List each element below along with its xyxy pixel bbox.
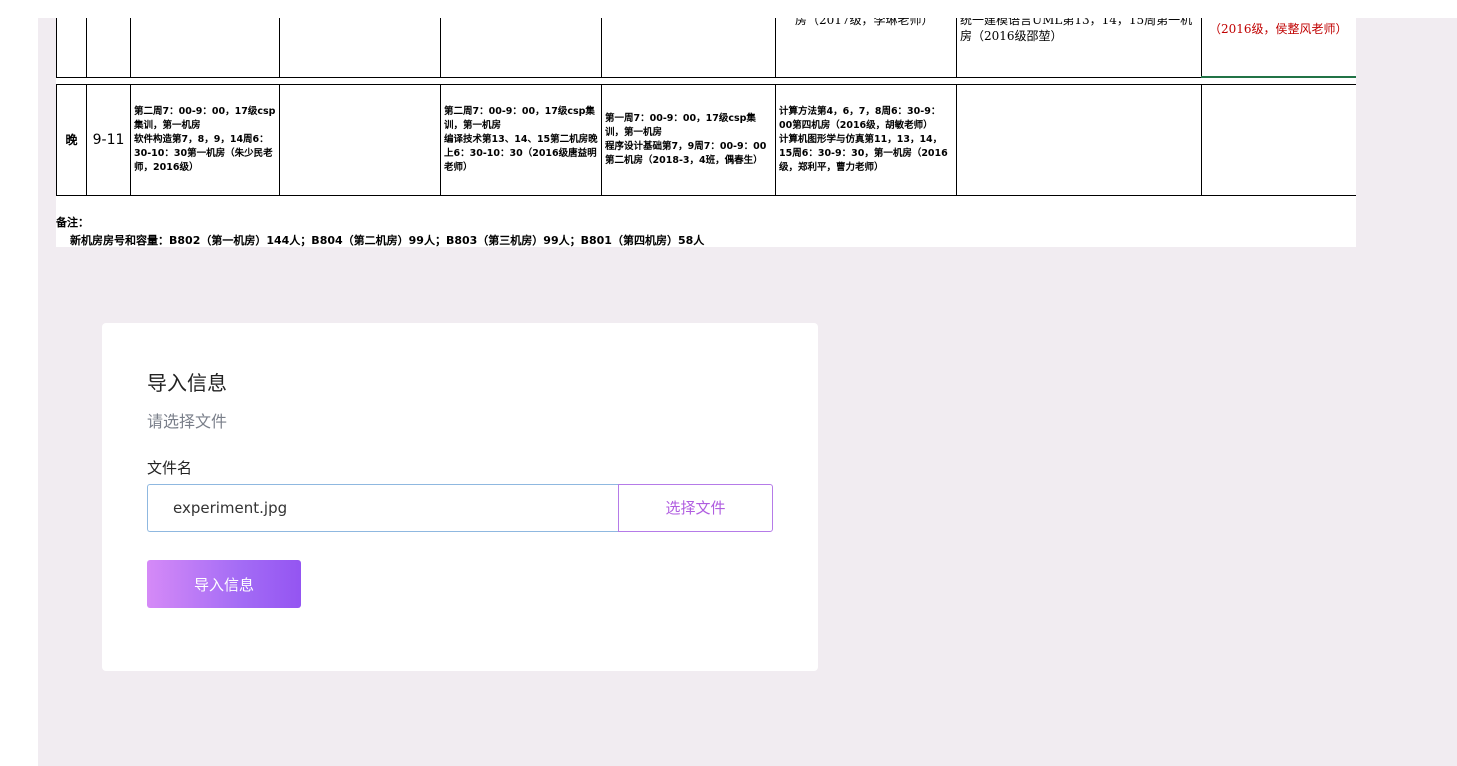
table-row-spacer <box>56 77 1356 85</box>
table-cell: 第二周7：00-9：00，17级csp集训，第一机房 软件构造第7，8，9，14… <box>130 84 280 196</box>
table-cell <box>440 18 602 78</box>
remarks: 备注： 新机房房号和容量：B802（第一机房）144人；B804（第二机房）99… <box>56 214 704 247</box>
table-cell: 计算方法第4，6，7，8周6：30-9：00第四机房（2016级，胡敏老师） 计… <box>775 84 957 196</box>
import-button[interactable]: 导入信息 <box>147 560 301 608</box>
card-subtitle: 请选择文件 <box>147 412 228 431</box>
remarks-title: 备注： <box>56 216 89 229</box>
schedule-image: 房（2017级，李琳老师） 统一建模语言UML第13，14，15周第一机房（20… <box>56 18 1356 247</box>
table-cell <box>601 18 776 78</box>
table-row: 晚 9-11 第二周7：00-9：00，17级csp集训，第一机房 软件构造第7… <box>56 84 1356 196</box>
file-name-label: 文件名 <box>147 459 193 477</box>
schedule-table: 房（2017级，李琳老师） 统一建模语言UML第13，14，15周第一机房（20… <box>56 18 1356 196</box>
table-cell <box>956 84 1202 196</box>
table-cell <box>130 18 280 78</box>
file-name-field[interactable]: experiment.jpg <box>147 484 618 532</box>
import-card: 导入信息 请选择文件 文件名 experiment.jpg 选择文件 导入信息 <box>102 323 818 671</box>
table-cell <box>279 84 441 196</box>
table-row: 房（2017级，李琳老师） 统一建模语言UML第13，14，15周第一机房（20… <box>56 18 1356 78</box>
evening-label: 晚 <box>56 84 87 196</box>
cell-text: （2016级，侯整风老师） <box>1209 22 1348 36</box>
table-cell <box>56 18 87 78</box>
period-label: 9-11 <box>86 84 131 196</box>
remarks-detail: 新机房房号和容量：B802（第一机房）144人；B804（第二机房）99人；B8… <box>70 234 705 247</box>
cell-text: 房（2017级，李琳老师） <box>795 18 934 27</box>
card-title: 导入信息 <box>147 371 227 395</box>
file-input-group: experiment.jpg 选择文件 <box>147 484 773 532</box>
cell-text: 统一建模语言UML第13，14，15周第一机房（2016级邵堃） <box>960 18 1193 43</box>
table-cell: 房（2017级，李琳老师） <box>775 18 957 78</box>
table-cell <box>1201 84 1356 196</box>
choose-file-button[interactable]: 选择文件 <box>618 484 773 532</box>
table-cell-selected[interactable]: （2016级，侯整风老师） <box>1201 18 1356 78</box>
table-cell <box>86 18 131 78</box>
table-cell: 第一周7：00-9：00，17级csp集训，第一机房 程序设计基础第7，9周7：… <box>601 84 776 196</box>
table-cell: 统一建模语言UML第13，14，15周第一机房（2016级邵堃） <box>956 18 1202 78</box>
table-cell: 第二周7：00-9：00，17级csp集训，第一机房 编译技术第13、14、15… <box>440 84 602 196</box>
table-cell <box>279 18 441 78</box>
